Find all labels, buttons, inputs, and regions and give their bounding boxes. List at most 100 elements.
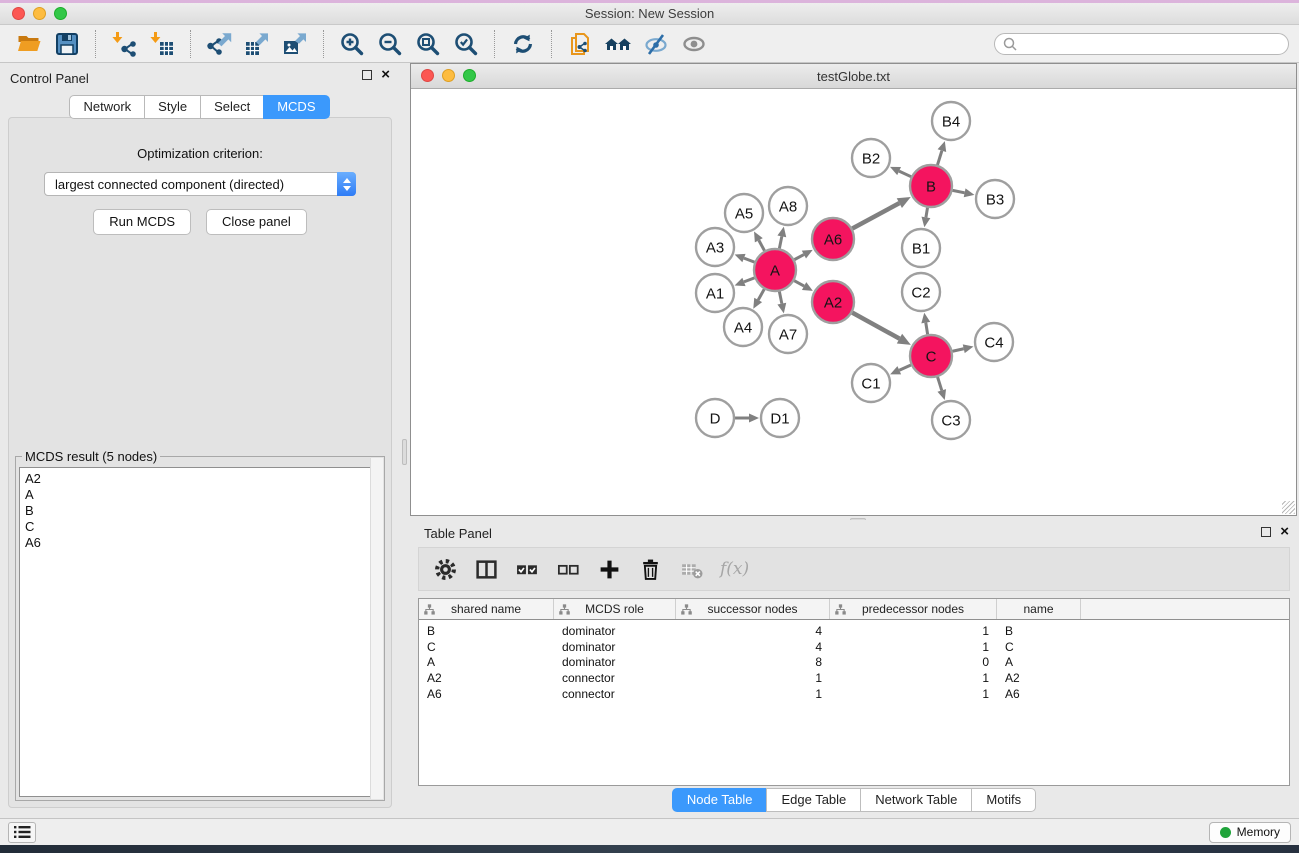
float-panel-icon[interactable] xyxy=(1261,527,1271,537)
table-row[interactable]: Bdominator41B xyxy=(419,623,1289,639)
mcds-result-item[interactable]: A xyxy=(25,487,375,503)
attribute-tree-icon xyxy=(424,604,435,615)
edge-A-A4[interactable] xyxy=(758,289,764,300)
edge-B-B3[interactable] xyxy=(953,190,965,192)
hide-selected-button[interactable] xyxy=(637,28,675,60)
deselect-all-button[interactable] xyxy=(556,557,580,581)
show-all-button[interactable] xyxy=(675,28,713,60)
zoom-out-button[interactable] xyxy=(371,28,409,60)
delete-table-button[interactable] xyxy=(679,557,703,581)
tab-style[interactable]: Style xyxy=(144,95,201,119)
node-label-B: B xyxy=(926,178,936,195)
splitter-grab-handle[interactable] xyxy=(402,439,407,465)
edge-A-A3[interactable] xyxy=(744,258,755,262)
import-table-button[interactable] xyxy=(143,28,181,60)
edge-arrow-icon xyxy=(964,188,975,197)
tab-select[interactable]: Select xyxy=(200,95,264,119)
network-canvas[interactable]: AA1A2A3A4A5A6A7A8BB1B2B3B4CC1C2C3C4DD1 xyxy=(411,89,1296,515)
split-view-button[interactable] xyxy=(474,557,498,581)
mcds-result-item[interactable]: C xyxy=(25,519,375,535)
function-builder-button[interactable]: f(x) xyxy=(720,559,749,579)
edge-B-B4[interactable] xyxy=(937,151,941,165)
clone-network-button[interactable] xyxy=(561,28,599,60)
edge-A-A8[interactable] xyxy=(779,236,781,248)
panel-splitter-vertical[interactable] xyxy=(400,63,410,818)
tab-mcds[interactable]: MCDS xyxy=(263,95,329,119)
home-view-button[interactable] xyxy=(599,28,637,60)
tab-network[interactable]: Network xyxy=(69,95,145,119)
export-image-button[interactable] xyxy=(276,28,314,60)
column-header-mcds-role[interactable]: MCDS role xyxy=(554,599,676,619)
tab-node-table[interactable]: Node Table xyxy=(672,788,768,812)
mcds-result-item[interactable]: B xyxy=(25,503,375,519)
export-network-button[interactable] xyxy=(200,28,238,60)
edge-C-C3[interactable] xyxy=(938,377,942,390)
column-header-predecessor-nodes[interactable]: predecessor nodes xyxy=(830,599,997,619)
float-panel-icon[interactable] xyxy=(362,70,372,80)
edge-A-A6[interactable] xyxy=(794,255,803,260)
clone-network-icon xyxy=(567,31,593,57)
result-list-scrollbar[interactable] xyxy=(370,458,383,799)
run-mcds-button[interactable]: Run MCDS xyxy=(93,209,191,235)
table-row[interactable]: A2connector11A2 xyxy=(419,670,1289,686)
select-stepper[interactable] xyxy=(337,172,356,196)
export-table-button[interactable] xyxy=(238,28,276,60)
edge-A-A7[interactable] xyxy=(779,292,781,304)
eye-slash-icon xyxy=(643,31,669,57)
toolbar-separator xyxy=(494,30,495,58)
save-session-button[interactable] xyxy=(48,28,86,60)
edge-A-A5[interactable] xyxy=(759,240,765,250)
table-cell: 4 xyxy=(676,624,830,638)
toolbar-separator xyxy=(95,30,96,58)
memory-button[interactable]: Memory xyxy=(1209,822,1291,843)
edge-A2-C[interactable] xyxy=(852,313,899,339)
tab-motifs[interactable]: Motifs xyxy=(971,788,1036,812)
close-panel-button[interactable]: Close panel xyxy=(206,209,307,235)
zoom-in-button[interactable] xyxy=(333,28,371,60)
close-panel-icon[interactable]: × xyxy=(1280,527,1289,537)
edge-C-C2[interactable] xyxy=(926,323,928,335)
zoom-fit-button[interactable] xyxy=(409,28,447,60)
edge-C-C1[interactable] xyxy=(899,365,911,370)
edge-A-A1[interactable] xyxy=(744,278,755,282)
edge-B-B2[interactable] xyxy=(899,171,911,177)
column-header-label: name xyxy=(1023,602,1053,616)
open-session-button[interactable] xyxy=(10,28,48,60)
trash-icon xyxy=(639,558,662,581)
import-network-button[interactable] xyxy=(105,28,143,60)
node-label-C2: C2 xyxy=(911,284,930,301)
edge-B-B1[interactable] xyxy=(926,208,928,218)
edge-C-C4[interactable] xyxy=(952,349,963,352)
delete-column-button[interactable] xyxy=(638,557,662,581)
table-settings-button[interactable] xyxy=(433,557,457,581)
edge-A-A2[interactable] xyxy=(794,281,804,286)
column-header-shared-name[interactable]: shared name xyxy=(419,599,554,619)
window-resize-grip[interactable] xyxy=(1282,501,1295,514)
zoom-selected-button[interactable] xyxy=(447,28,485,60)
table-row[interactable]: A6connector11A6 xyxy=(419,686,1289,702)
edge-arrow-icon xyxy=(921,313,930,324)
column-header-name[interactable]: name xyxy=(997,599,1081,619)
mcds-result-item[interactable]: A6 xyxy=(25,535,375,551)
select-all-button[interactable] xyxy=(515,557,539,581)
table-row[interactable]: Adominator80A xyxy=(419,654,1289,670)
table-cell: B xyxy=(997,624,1081,638)
tab-network-table[interactable]: Network Table xyxy=(860,788,972,812)
network-window-titlebar[interactable]: testGlobe.txt xyxy=(411,64,1296,89)
edge-A6-B[interactable] xyxy=(852,203,899,228)
table-cell: 1 xyxy=(830,640,997,654)
tab-edge-table[interactable]: Edge Table xyxy=(766,788,861,812)
mcds-result-list[interactable]: A2ABCA6 xyxy=(19,467,381,797)
table-row[interactable]: Cdominator41C xyxy=(419,639,1289,655)
add-column-button[interactable] xyxy=(597,557,621,581)
table-panel: Table Panel × f(x) shared nameMCDS ro xyxy=(410,520,1299,816)
node-table-body: Bdominator41BCdominator41CAdominator80AA… xyxy=(419,623,1289,701)
close-panel-icon[interactable]: × xyxy=(381,70,390,80)
task-history-button[interactable] xyxy=(8,822,36,843)
refresh-button[interactable] xyxy=(504,28,542,60)
search-input[interactable] xyxy=(994,33,1289,55)
column-header-successor-nodes[interactable]: successor nodes xyxy=(676,599,830,619)
mcds-result-item[interactable]: A2 xyxy=(25,471,375,487)
optimization-criterion-select[interactable]: largest connected component (directed) xyxy=(44,172,356,196)
app-titlebar[interactable]: Session: New Session xyxy=(0,3,1299,25)
